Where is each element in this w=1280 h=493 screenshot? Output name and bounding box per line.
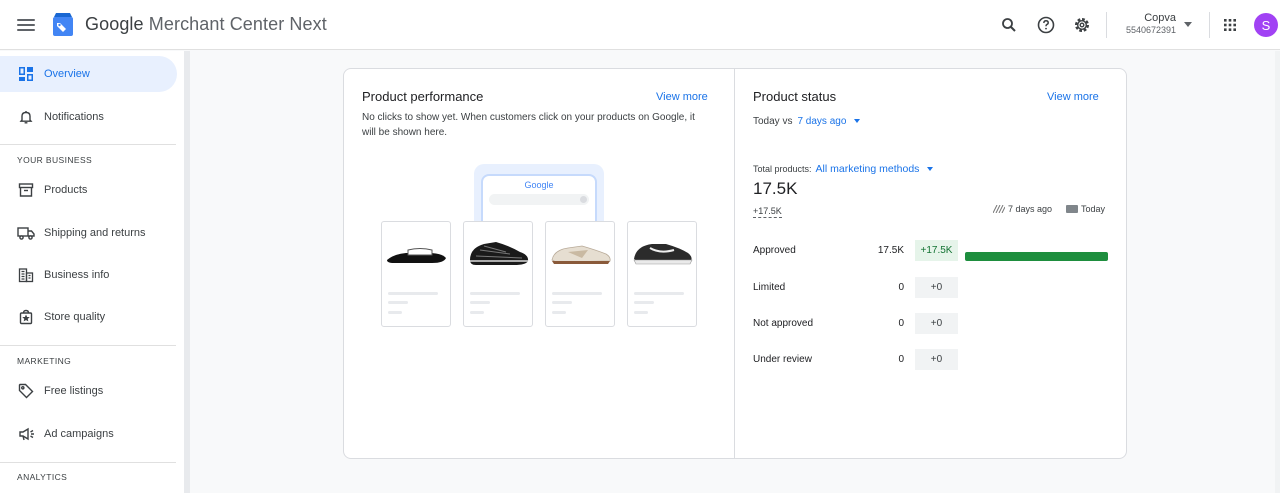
compare-period-dropdown[interactable]: 7 days ago bbox=[797, 116, 861, 127]
status-row-delta: +0 bbox=[915, 277, 958, 298]
overview-card: Product performance View more No clicks … bbox=[343, 68, 1127, 459]
product-status-title: Product status bbox=[753, 89, 837, 104]
status-row-delta: +0 bbox=[915, 349, 958, 370]
status-row-delta: +0 bbox=[915, 313, 958, 334]
legend-past: 7 days ago bbox=[993, 204, 1052, 214]
store-quality-icon bbox=[17, 308, 35, 326]
sidebar-item-label: Notifications bbox=[44, 111, 104, 123]
sidebar-item-business-info[interactable]: Business info bbox=[0, 257, 177, 293]
sidebar-item-products[interactable]: Products bbox=[0, 172, 177, 208]
sidebar-item-label: Shipping and returns bbox=[44, 227, 146, 239]
account-switcher[interactable]: Copva 5540672391 bbox=[1118, 12, 1176, 35]
main-menu-icon[interactable] bbox=[14, 13, 38, 37]
search-bar-illustration bbox=[489, 194, 589, 205]
chevron-down-icon bbox=[927, 167, 934, 172]
sidebar-item-store-quality[interactable]: Store quality bbox=[0, 299, 177, 335]
sidebar-divider bbox=[0, 144, 176, 145]
section-label-your-business: YOUR BUSINESS bbox=[17, 155, 93, 165]
compare-period-selector: Today vs 7 days ago bbox=[753, 116, 861, 127]
sidebar-item-label: Products bbox=[44, 184, 88, 196]
account-name: Copva bbox=[1144, 12, 1176, 24]
sidebar-item-ad-campaigns[interactable]: Ad campaigns bbox=[0, 416, 177, 452]
megaphone-icon bbox=[17, 425, 35, 443]
status-row-value: 0 bbox=[898, 354, 904, 365]
product-performance-title: Product performance bbox=[362, 89, 484, 104]
status-row-value: 0 bbox=[898, 318, 904, 329]
merchant-center-logo bbox=[53, 13, 73, 36]
performance-view-more-link[interactable]: View more bbox=[656, 91, 708, 103]
product-tile-cream-sneaker bbox=[545, 221, 615, 327]
status-row-label: Under review bbox=[753, 354, 812, 365]
phone-illustration: Google bbox=[474, 164, 604, 224]
status-row-value: 0 bbox=[898, 282, 904, 293]
total-products-value: 17.5K bbox=[753, 179, 798, 198]
sidebar-item-label: Ad campaigns bbox=[44, 428, 114, 440]
status-row-label: Approved bbox=[753, 245, 796, 256]
products-icon bbox=[17, 181, 35, 199]
account-caret-icon[interactable] bbox=[1184, 22, 1192, 27]
business-icon bbox=[17, 266, 35, 284]
status-view-more-link[interactable]: View more bbox=[1047, 91, 1099, 103]
sidebar-item-shipping[interactable]: Shipping and returns bbox=[0, 215, 177, 251]
header-divider bbox=[1106, 12, 1107, 38]
status-row-delta: +17.5K bbox=[915, 240, 958, 261]
sidebar-item-free-listings[interactable]: Free listings bbox=[0, 373, 177, 409]
sidebar-item-overview[interactable]: Overview bbox=[0, 56, 177, 92]
google-wordmark: Google bbox=[524, 180, 554, 190]
performance-empty-message: No clicks to show yet. When customers cl… bbox=[362, 112, 695, 138]
tag-icon bbox=[17, 382, 35, 400]
header-divider bbox=[1209, 12, 1210, 38]
page-scrollbar[interactable] bbox=[1275, 51, 1280, 493]
product-tile-dark-trainer bbox=[627, 221, 697, 327]
status-row-label: Limited bbox=[753, 282, 786, 293]
help-icon[interactable] bbox=[1034, 13, 1058, 37]
top-app-bar: Google Merchant Center Next Copva 554067… bbox=[0, 0, 1280, 50]
settings-gear-icon[interactable] bbox=[1070, 13, 1094, 37]
approved-progress-bar bbox=[965, 252, 1108, 261]
overview-icon bbox=[17, 65, 35, 83]
product-tile-slide-sandal bbox=[381, 221, 451, 327]
section-label-marketing: MARKETING bbox=[17, 356, 72, 366]
sidebar-scrollbar[interactable] bbox=[184, 51, 190, 493]
chevron-down-icon bbox=[854, 119, 861, 124]
account-id: 5540672391 bbox=[1125, 25, 1176, 35]
search-icon[interactable] bbox=[997, 13, 1021, 37]
apps-grid-icon[interactable] bbox=[1218, 13, 1242, 37]
total-products-delta: +17.5K bbox=[753, 206, 782, 218]
avatar[interactable]: S bbox=[1254, 13, 1278, 37]
sidebar-item-label: Business info bbox=[44, 269, 110, 281]
sidebar-divider bbox=[0, 462, 176, 463]
sidebar-item-label: Overview bbox=[44, 68, 90, 80]
status-row-value: 17.5K bbox=[877, 245, 904, 256]
bell-icon bbox=[17, 108, 35, 126]
section-label-analytics: ANALYTICS bbox=[17, 472, 68, 482]
total-products-filter: Total products: All marketing methods bbox=[753, 163, 934, 175]
sidebar-item-label: Store quality bbox=[44, 311, 106, 323]
sidebar-item-label: Free listings bbox=[44, 385, 104, 397]
marketing-method-dropdown[interactable]: All marketing methods bbox=[816, 163, 934, 175]
sidebar-divider bbox=[0, 345, 176, 346]
sidebar-item-notifications[interactable]: Notifications bbox=[0, 99, 177, 135]
status-row-label: Not approved bbox=[753, 318, 814, 329]
legend-today: Today bbox=[1066, 204, 1105, 214]
product-tile-black-sneaker bbox=[463, 221, 533, 327]
app-title: Google Merchant Center Next bbox=[85, 14, 327, 34]
sidebar: Overview Notifications YOUR BUSINESS Pro… bbox=[0, 51, 184, 493]
product-status-panel: Product status View more Today vs 7 days … bbox=[735, 69, 1127, 458]
solid-swatch-icon bbox=[1066, 205, 1078, 213]
truck-icon bbox=[17, 224, 35, 242]
hatched-swatch-icon bbox=[993, 205, 1005, 213]
